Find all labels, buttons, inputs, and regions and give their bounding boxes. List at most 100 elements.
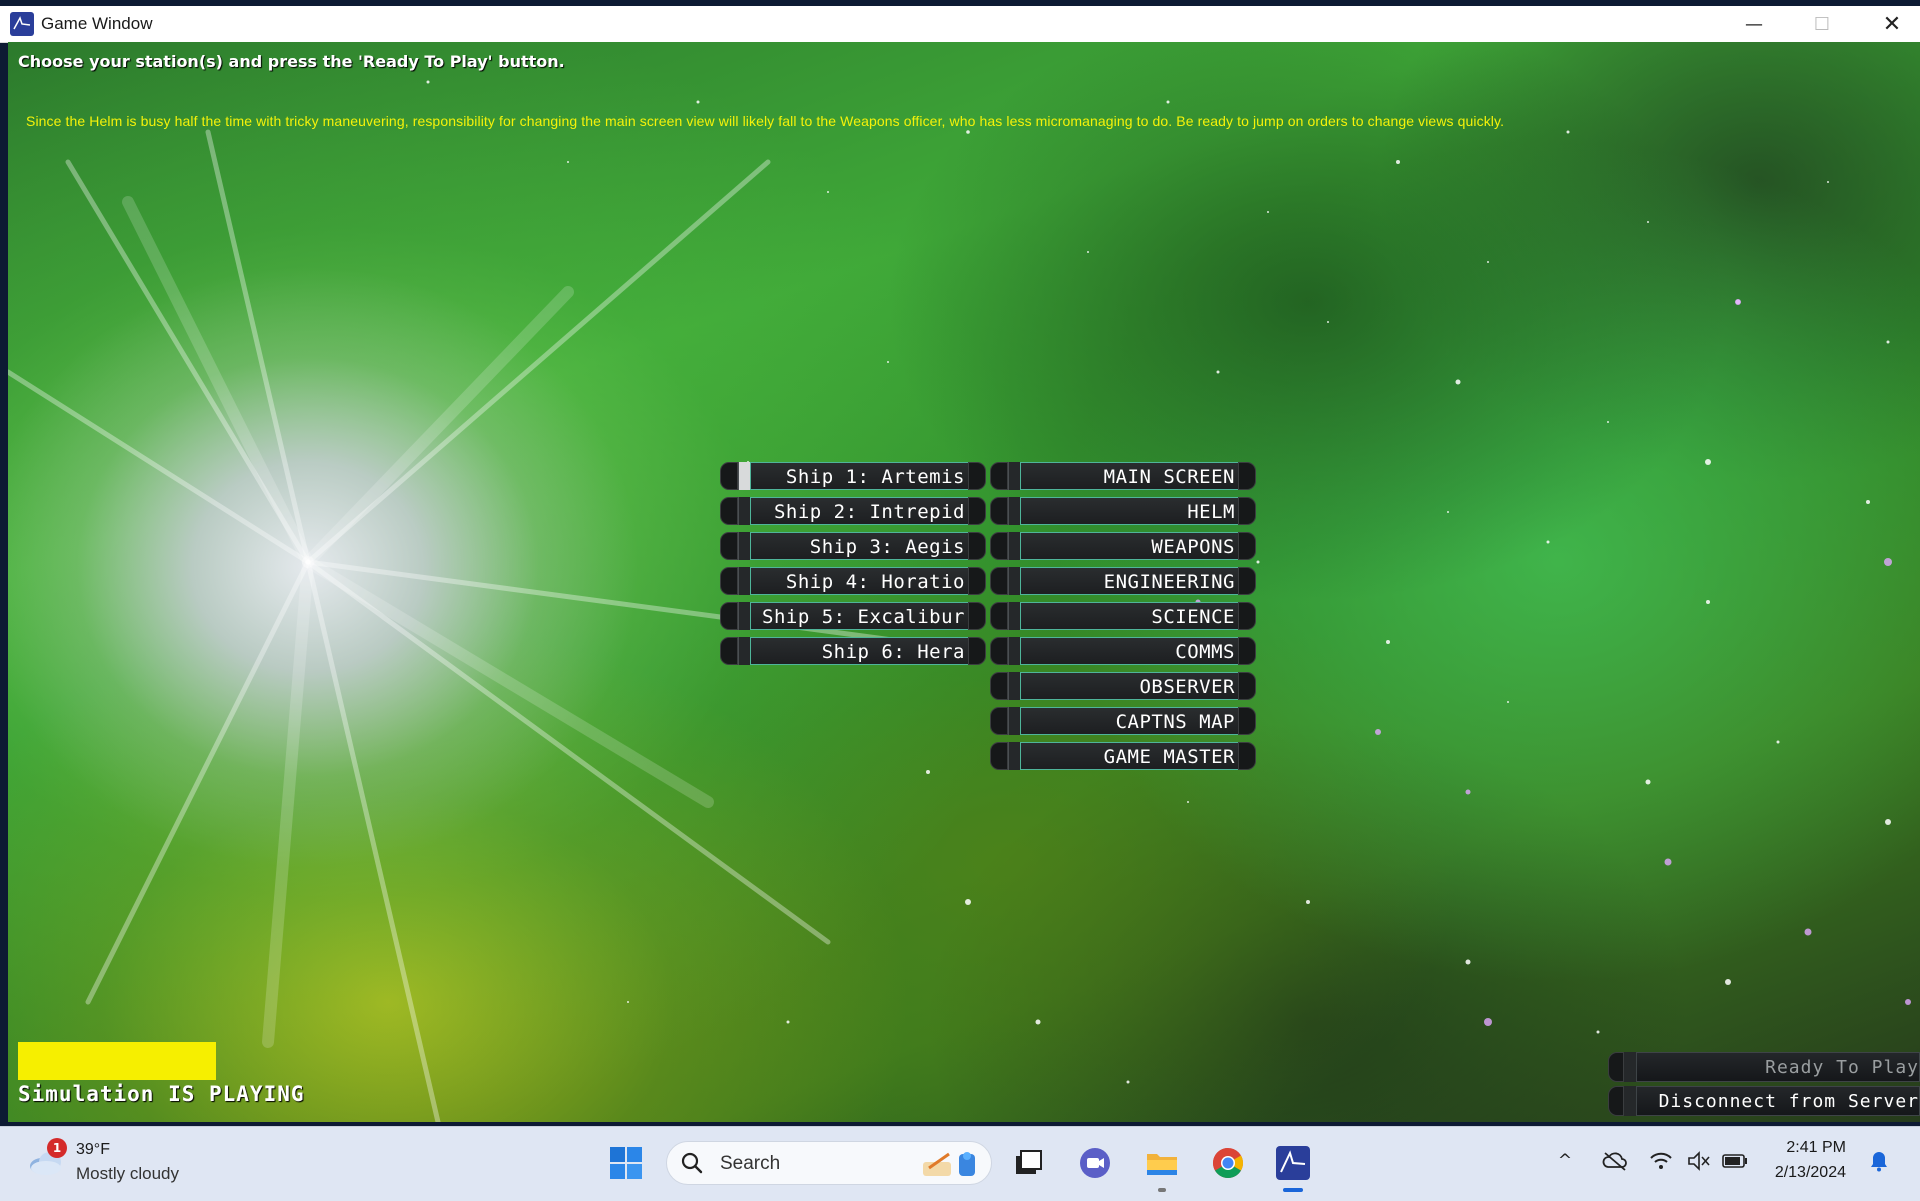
button-face: Ship 3: Aegis xyxy=(750,532,970,560)
weather-desc[interactable]: Mostly cloudy xyxy=(76,1164,179,1184)
button-cap xyxy=(720,567,738,595)
button-face: HELM xyxy=(1020,497,1240,525)
button-cap xyxy=(990,707,1008,735)
button-cap xyxy=(1608,1052,1624,1082)
notification-badge: 1 xyxy=(47,1138,67,1158)
station-button-observer[interactable]: OBSERVER xyxy=(990,672,1256,700)
onedrive-offline-icon[interactable] xyxy=(1598,1146,1632,1176)
app-icon xyxy=(10,12,34,36)
button-face: Ready To Play xyxy=(1636,1052,1920,1082)
selection-indicator xyxy=(1008,742,1020,770)
selection-indicator xyxy=(1008,567,1020,595)
ready-to-play-button[interactable]: Ready To Play xyxy=(1608,1052,1920,1082)
ship-label: Ship 6: Hera xyxy=(821,641,965,663)
maximize-button[interactable]: ☐ xyxy=(1792,6,1852,42)
video-call-icon[interactable] xyxy=(1075,1143,1115,1183)
station-button-captns-map[interactable]: CAPTNS MAP xyxy=(990,707,1256,735)
button-cap xyxy=(720,637,738,665)
button-endcap xyxy=(1238,707,1256,735)
station-label: GAME MASTER xyxy=(1103,746,1235,768)
file-explorer-icon[interactable] xyxy=(1142,1143,1182,1183)
button-endcap xyxy=(968,462,986,490)
button-face: Ship 4: Horatio xyxy=(750,567,970,595)
button-cap xyxy=(990,637,1008,665)
notification-bell-icon[interactable] xyxy=(1864,1146,1894,1176)
station-button-main-screen[interactable]: MAIN SCREEN xyxy=(990,462,1256,490)
button-indicator xyxy=(1624,1052,1636,1082)
button-face: Ship 1: Artemis xyxy=(750,462,970,490)
button-face: SCIENCE xyxy=(1020,602,1240,630)
button-cap xyxy=(990,567,1008,595)
game-window: Game Window — ☐ ✕ Choose your station(s)… xyxy=(0,0,1920,1126)
selection-indicator xyxy=(1008,637,1020,665)
ship-label: Ship 4: Horatio xyxy=(785,571,965,593)
station-button-comms[interactable]: COMMS xyxy=(990,637,1256,665)
title-bar[interactable]: Game Window — ☐ ✕ xyxy=(0,6,1920,43)
ship-button-aegis[interactable]: Ship 3: Aegis xyxy=(720,532,986,560)
weather-temp[interactable]: 39°F xyxy=(76,1141,110,1159)
station-button-game-master[interactable]: GAME MASTER xyxy=(990,742,1256,770)
button-face: Ship 6: Hera xyxy=(750,637,970,665)
station-label: CAPTNS MAP xyxy=(1115,711,1235,733)
selection-indicator xyxy=(1008,602,1020,630)
close-button[interactable]: ✕ xyxy=(1862,6,1920,42)
ship-button-excalibur[interactable]: Ship 5: Excalibur xyxy=(720,602,986,630)
wifi-icon[interactable] xyxy=(1646,1146,1676,1176)
selection-indicator xyxy=(738,567,750,595)
button-face: COMMS xyxy=(1020,637,1240,665)
minimize-button[interactable]: — xyxy=(1724,6,1784,42)
selection-indicator xyxy=(738,532,750,560)
tray-chevron-icon[interactable]: ^ xyxy=(1552,1146,1578,1176)
taskbar-search-box[interactable]: Search xyxy=(666,1141,992,1185)
selection-indicator xyxy=(1008,707,1020,735)
search-icon xyxy=(681,1152,703,1174)
ready-label: Ready To Play xyxy=(1765,1057,1919,1078)
station-label: MAIN SCREEN xyxy=(1103,466,1235,488)
app-running-indicator xyxy=(1158,1188,1166,1192)
button-cap xyxy=(990,602,1008,630)
start-icon[interactable] xyxy=(606,1143,646,1183)
station-button-weapons[interactable]: WEAPONS xyxy=(990,532,1256,560)
button-endcap xyxy=(1238,742,1256,770)
button-cap xyxy=(990,532,1008,560)
station-button-engineering[interactable]: ENGINEERING xyxy=(990,567,1256,595)
selection-indicator xyxy=(738,497,750,525)
button-endcap xyxy=(968,497,986,525)
station-button-helm[interactable]: HELM xyxy=(990,497,1256,525)
button-indicator xyxy=(1624,1086,1636,1116)
clock-time[interactable]: 2:41 PM xyxy=(1740,1139,1846,1157)
button-face: GAME MASTER xyxy=(1020,742,1240,770)
chrome-icon[interactable] xyxy=(1208,1143,1248,1183)
clock-date[interactable]: 2/13/2024 xyxy=(1740,1164,1846,1182)
button-face: MAIN SCREEN xyxy=(1020,462,1240,490)
ship-button-artemis[interactable]: Ship 1: Artemis xyxy=(720,462,986,490)
station-button-science[interactable]: SCIENCE xyxy=(990,602,1256,630)
ship-button-horatio[interactable]: Ship 4: Horatio xyxy=(720,567,986,595)
instruction-text: Choose your station(s) and press the 'Re… xyxy=(18,52,565,71)
button-face: ENGINEERING xyxy=(1020,567,1240,595)
button-endcap xyxy=(1238,672,1256,700)
button-endcap xyxy=(1238,567,1256,595)
button-cap xyxy=(720,532,738,560)
button-cap xyxy=(720,602,738,630)
station-label: OBSERVER xyxy=(1139,676,1235,698)
ship-label: Ship 1: Artemis xyxy=(785,466,965,488)
selection-indicator xyxy=(1008,497,1020,525)
station-label: SCIENCE xyxy=(1151,606,1235,628)
game-app-icon[interactable] xyxy=(1273,1143,1313,1183)
volume-muted-icon[interactable] xyxy=(1684,1146,1714,1176)
disconnect-button[interactable]: Disconnect from Server xyxy=(1608,1086,1920,1116)
button-endcap xyxy=(1238,637,1256,665)
ship-button-intrepid[interactable]: Ship 2: Intrepid xyxy=(720,497,986,525)
task-view-icon[interactable] xyxy=(1008,1143,1048,1183)
search-placeholder: Search xyxy=(720,1153,781,1174)
button-face: WEAPONS xyxy=(1020,532,1240,560)
station-label: HELM xyxy=(1187,501,1235,523)
ship-button-hera[interactable]: Ship 6: Hera xyxy=(720,637,986,665)
disconnect-label: Disconnect from Server xyxy=(1658,1091,1919,1112)
game-area: Choose your station(s) and press the 'Re… xyxy=(8,42,1920,1122)
button-face: OBSERVER xyxy=(1020,672,1240,700)
station-label: WEAPONS xyxy=(1151,536,1235,558)
search-highlight-icon xyxy=(923,1152,975,1176)
button-cap xyxy=(720,497,738,525)
